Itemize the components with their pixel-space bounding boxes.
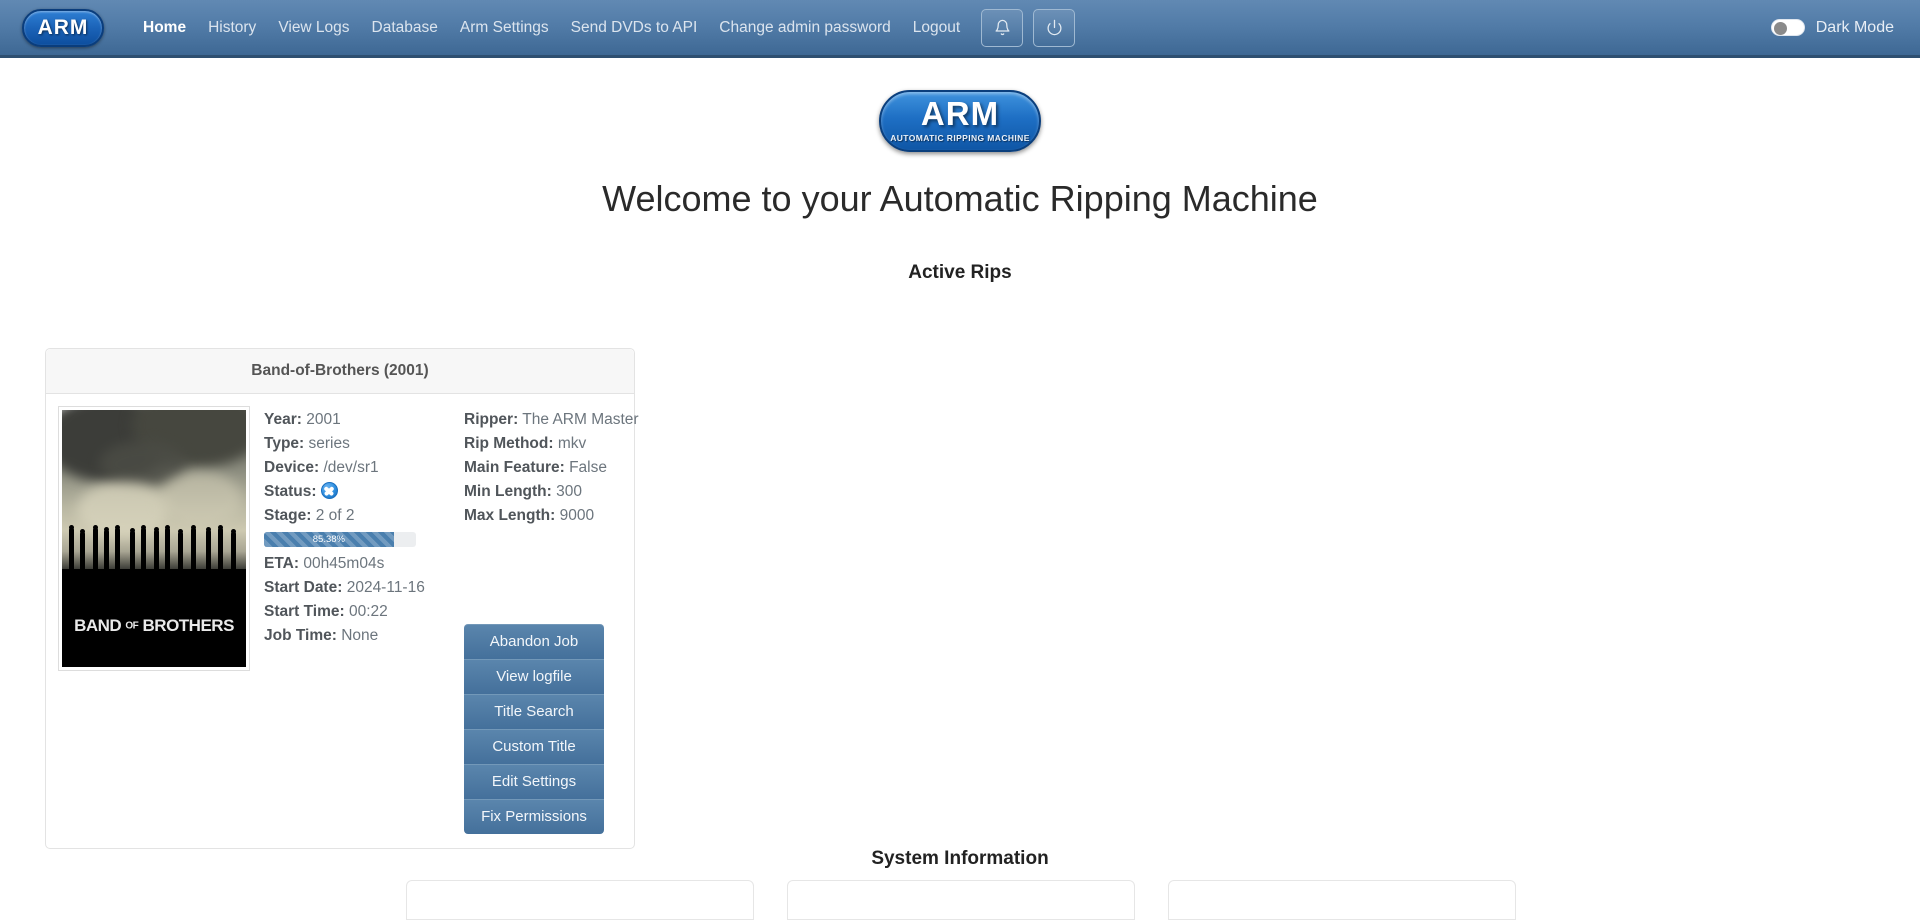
power-button[interactable] xyxy=(1033,8,1076,47)
arm-hero-logo: ARM AUTOMATIC RIPPING MACHINE xyxy=(879,90,1041,152)
fix-permissions-button[interactable]: Fix Permissions xyxy=(464,799,604,834)
job-field-min-length-label: Min Length: xyxy=(464,483,552,500)
title-search-button[interactable]: Title Search xyxy=(464,694,604,729)
job-field-start-date: Start Date: 2024-11-16 xyxy=(264,576,464,600)
job-field-year-value: 2001 xyxy=(306,411,341,428)
system-information-cards xyxy=(406,880,1516,920)
job-field-type-value: series xyxy=(308,435,350,452)
movie-poster: BAND OF BROTHERS xyxy=(58,406,250,671)
ripping-disc-icon xyxy=(320,482,338,499)
job-action-buttons: Abandon Job View logfile Title Search Cu… xyxy=(464,624,604,834)
dark-mode-toggle[interactable]: Dark Mode xyxy=(1770,18,1894,37)
job-field-start-date-value: 2024-11-16 xyxy=(346,579,425,596)
arm-hero-logo-title: ARM xyxy=(920,95,1000,132)
job-field-main-feature: Main Feature: False xyxy=(464,456,639,480)
job-field-type: Type: series xyxy=(264,432,464,456)
system-information-heading: System Information xyxy=(871,847,1049,869)
job-field-stage: Stage: 2 of 2 xyxy=(264,504,464,528)
nav-link-history[interactable]: History xyxy=(197,11,267,45)
system-info-card xyxy=(1168,880,1516,920)
active-rip-card-title: Band-of-Brothers (2001) xyxy=(46,349,634,394)
job-field-start-date-label: Start Date: xyxy=(264,579,343,596)
nav-link-arm-settings[interactable]: Arm Settings xyxy=(449,11,560,45)
job-field-eta: ETA: 00h45m04s xyxy=(264,552,464,576)
job-field-main-feature-label: Main Feature: xyxy=(464,459,565,476)
dark-mode-switch[interactable] xyxy=(1770,19,1805,36)
job-field-job-time-label: Job Time: xyxy=(264,627,337,644)
job-progress-bar: 85.38% xyxy=(264,532,416,547)
poster-title-text: BAND OF BROTHERS xyxy=(74,615,234,635)
job-progress-bar-fill: 85.38% xyxy=(264,532,394,547)
job-field-stage-value: 2 of 2 xyxy=(315,507,355,524)
job-field-device: Device: /dev/sr1 xyxy=(264,456,464,480)
nav-link-send-dvds-to-api[interactable]: Send DVDs to API xyxy=(560,11,709,45)
nav-link-logout[interactable]: Logout xyxy=(902,11,971,45)
job-field-eta-label: ETA: xyxy=(264,555,300,572)
job-field-year: Year: 2001 xyxy=(264,408,464,432)
job-field-start-time-value: 00:22 xyxy=(349,603,388,620)
movie-poster-image: BAND OF BROTHERS xyxy=(62,410,246,667)
nav-link-change-admin-password[interactable]: Change admin password xyxy=(708,11,901,45)
edit-settings-button[interactable]: Edit Settings xyxy=(464,764,604,799)
job-field-max-length: Max Length: 9000 xyxy=(464,504,639,528)
page-title: Welcome to your Automatic Ripping Machin… xyxy=(602,178,1318,219)
job-field-eta-value: 00h45m04s xyxy=(303,555,385,572)
poster-cloud xyxy=(157,471,243,529)
poster-soldiers xyxy=(62,525,246,570)
job-field-stage-label: Stage: xyxy=(264,507,312,524)
navbar-links: Home History View Logs Database Arm Sett… xyxy=(132,8,1076,47)
job-field-year-label: Year: xyxy=(264,411,302,428)
nav-link-home[interactable]: Home xyxy=(132,11,197,45)
job-field-rip-method-value: mkv xyxy=(557,435,587,452)
arm-hero-logo-subtitle: AUTOMATIC RIPPING MACHINE xyxy=(890,133,1030,143)
job-field-job-time: Job Time: None xyxy=(264,624,464,648)
job-details: Year: 2001 Type: series Device: /dev/sr1… xyxy=(250,406,639,834)
dark-mode-switch-knob xyxy=(1773,22,1787,35)
nav-link-view-logs[interactable]: View Logs xyxy=(267,11,360,45)
power-icon xyxy=(1047,19,1062,36)
navbar-logo-text: ARM xyxy=(37,15,89,39)
job-field-job-time-value: None xyxy=(341,627,379,644)
job-field-rip-method-label: Rip Method: xyxy=(464,435,554,452)
job-field-min-length: Min Length: 300 xyxy=(464,480,639,504)
bell-icon xyxy=(995,19,1010,36)
active-rip-card: Band-of-Brothers (2001) BAND OF BROTHERS… xyxy=(45,348,639,849)
active-rip-card-body: BAND OF BROTHERS Year: 2001 Type: series… xyxy=(46,394,639,848)
job-field-start-time: Start Time: 00:22 xyxy=(264,600,464,624)
job-field-ripper-value: The ARM Master xyxy=(522,411,639,428)
job-field-status: Status: xyxy=(264,480,464,504)
job-field-status-label: Status: xyxy=(264,483,317,500)
job-field-type-label: Type: xyxy=(264,435,305,452)
job-field-start-time-label: Start Time: xyxy=(264,603,345,620)
job-field-min-length-value: 300 xyxy=(556,483,582,500)
job-details-left-column: Year: 2001 Type: series Device: /dev/sr1… xyxy=(264,408,464,834)
job-field-device-value: /dev/sr1 xyxy=(323,459,379,476)
main-content: ARM AUTOMATIC RIPPING MACHINE Welcome to… xyxy=(0,58,1920,920)
system-info-card xyxy=(406,880,754,920)
job-field-ripper: Ripper: The ARM Master xyxy=(464,408,639,432)
job-field-main-feature-value: False xyxy=(569,459,607,476)
job-field-max-length-value: 9000 xyxy=(559,507,595,524)
nav-link-database[interactable]: Database xyxy=(361,11,449,45)
view-logfile-button[interactable]: View logfile xyxy=(464,659,604,694)
dark-mode-label: Dark Mode xyxy=(1815,18,1894,36)
job-field-max-length-label: Max Length: xyxy=(464,507,556,524)
job-field-rip-method: Rip Method: mkv xyxy=(464,432,639,456)
hero-section: ARM AUTOMATIC RIPPING MACHINE Welcome to… xyxy=(0,58,1920,220)
abandon-job-button[interactable]: Abandon Job xyxy=(464,624,604,659)
custom-title-button[interactable]: Custom Title xyxy=(464,729,604,764)
active-rips-heading: Active Rips xyxy=(908,262,1012,283)
job-details-right-column: Ripper: The ARM Master Rip Method: mkv M… xyxy=(464,408,639,834)
system-info-card xyxy=(787,880,1135,920)
notifications-button[interactable] xyxy=(981,8,1024,47)
navbar-logo[interactable]: ARM xyxy=(22,8,104,47)
job-field-device-label: Device: xyxy=(264,459,320,476)
job-field-ripper-label: Ripper: xyxy=(464,411,519,428)
top-navbar: ARM Home History View Logs Database Arm … xyxy=(0,0,1920,58)
